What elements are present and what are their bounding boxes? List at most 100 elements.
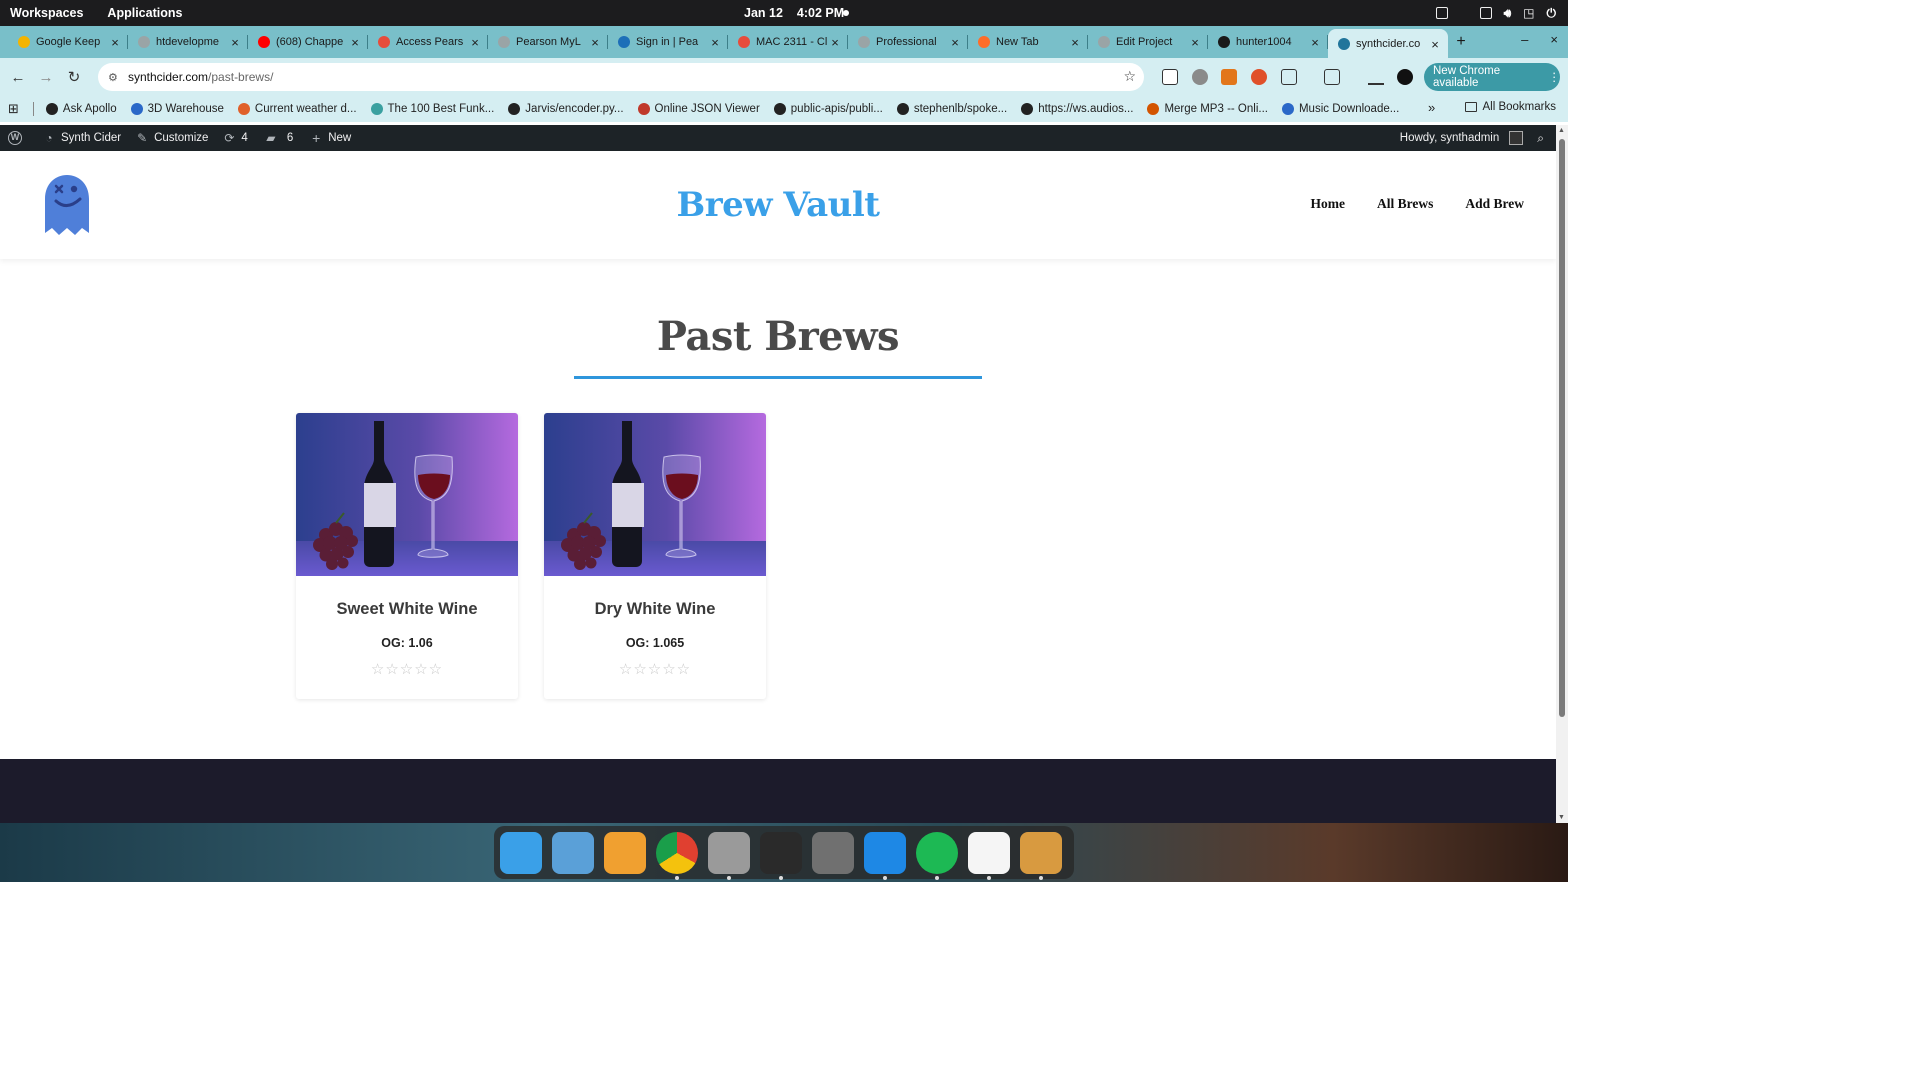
tab-close-icon[interactable]: × — [1068, 35, 1082, 50]
bookmark-item[interactable]: Online JSON Viewer — [637, 103, 760, 115]
network-icon[interactable]: ◳ — [1523, 6, 1534, 20]
scroll-up-icon[interactable]: ▲ — [1558, 127, 1565, 134]
tab-close-icon[interactable]: × — [1428, 37, 1442, 52]
metamask-icon[interactable] — [1221, 69, 1237, 85]
tab-1[interactable]: htdevelopme × — [128, 29, 248, 55]
tab-close-icon[interactable]: × — [108, 35, 122, 50]
terminal-icon[interactable] — [760, 831, 802, 880]
bookmark-item[interactable]: stephenlb/spoke... — [896, 103, 1007, 115]
scroll-down-icon[interactable]: ▼ — [1558, 814, 1565, 821]
tab-close-icon[interactable]: × — [1188, 35, 1202, 50]
download-icon[interactable] — [1368, 69, 1384, 85]
extension-icon[interactable] — [1162, 69, 1178, 85]
screen-share-icon[interactable] — [1435, 7, 1448, 19]
tab-close-icon[interactable]: × — [708, 35, 722, 50]
display-icon[interactable] — [1479, 7, 1492, 19]
power-icon[interactable]: ⏻ — [1547, 6, 1557, 21]
back-icon[interactable]: ← — [4, 69, 32, 86]
files-icon[interactable] — [708, 831, 750, 880]
bookmark-item[interactable]: Merge MP3 -- Onli... — [1147, 103, 1268, 115]
nav-home[interactable]: Home — [1310, 196, 1345, 212]
wp-site-menu[interactable]: ◔ Synth Cider — [42, 131, 121, 145]
bookmark-item[interactable]: The 100 Best Funk... — [370, 103, 494, 115]
wp-logo-menu[interactable]: W — [8, 131, 22, 145]
tab-10[interactable]: hunter1004 × — [1208, 29, 1328, 55]
extensions-puzzle-icon[interactable] — [1281, 69, 1297, 85]
bookmark-item[interactable]: Music Downloade... — [1281, 103, 1399, 115]
tab-close-icon[interactable]: × — [588, 35, 602, 50]
wp-customize-link[interactable]: ✎ Customize — [135, 131, 208, 145]
brew-name[interactable]: Sweet White Wine — [296, 600, 518, 619]
wp-account-menu[interactable]: Howdy, synthadmin — [1400, 132, 1500, 144]
tab-2[interactable]: (608) Chappe × — [248, 29, 368, 55]
close-window-icon[interactable]: × — [1550, 32, 1558, 47]
wp-comments-link[interactable]: ▰ 6 — [264, 131, 293, 145]
tab-search-icon[interactable] — [1324, 69, 1340, 85]
tab-5[interactable]: Sign in | Pea × — [608, 29, 728, 55]
nav-add-brew[interactable]: Add Brew — [1465, 196, 1524, 212]
tab-7[interactable]: Professional × — [848, 29, 968, 55]
tab-0[interactable]: Google Keep × — [8, 29, 128, 55]
bookmark-item[interactable]: Jarvis/encoder.py... — [508, 103, 624, 115]
text-editor-icon[interactable] — [968, 831, 1010, 880]
applications-button[interactable]: Applications — [107, 6, 182, 20]
extension-icon[interactable] — [1192, 69, 1208, 85]
tab-close-icon[interactable]: × — [948, 35, 962, 50]
wp-new-content-link[interactable]: + New — [309, 131, 351, 145]
kebab-menu-icon[interactable]: ⋮ — [1549, 70, 1561, 84]
tab-3[interactable]: Access Pears × — [368, 29, 488, 55]
chrome-icon[interactable] — [656, 831, 698, 880]
brew-card[interactable]: Sweet White Wine OG: 1.06 ☆☆☆☆☆ — [296, 413, 518, 699]
brew-card[interactable]: Dry White Wine OG: 1.065 ☆☆☆☆☆ — [544, 413, 766, 699]
profile-avatar[interactable] — [1397, 69, 1413, 85]
star-rating: ☆☆☆☆☆ — [296, 660, 518, 678]
bookmark-item[interactable]: public-apis/publi... — [773, 103, 883, 115]
tab-8[interactable]: New Tab × — [968, 29, 1088, 55]
scrollbar-thumb[interactable] — [1559, 139, 1565, 717]
volume-icon[interactable]: 🔊︎ — [1504, 6, 1512, 21]
spotify-icon[interactable] — [916, 831, 958, 880]
tab-6[interactable]: MAC 2311 - Cl × — [728, 29, 848, 55]
bookmark-favicon-icon — [508, 103, 521, 115]
reload-icon[interactable]: ↻ — [60, 68, 88, 86]
image-viewer-icon[interactable] — [552, 831, 594, 874]
address-bar[interactable]: ⚙ synthcider.com/past-brews/ ☆ — [98, 63, 1144, 91]
chrome-update-button[interactable]: New Chrome available ⋮ — [1424, 63, 1560, 91]
wp-updates-link[interactable]: ⟳ 4 — [222, 131, 247, 145]
nav-all-brews[interactable]: All Brews — [1377, 196, 1433, 212]
forward-icon[interactable]: → — [32, 69, 60, 86]
settings-icon[interactable] — [812, 831, 854, 874]
bookmark-item[interactable]: Ask Apollo — [45, 103, 117, 115]
extension-icon[interactable] — [1251, 69, 1267, 85]
brew-thumbnail-image[interactable] — [544, 413, 766, 576]
minimize-icon[interactable]: – — [1521, 32, 1528, 47]
brew-thumbnail-image[interactable] — [296, 413, 518, 576]
new-tab-button[interactable]: + — [1448, 33, 1474, 51]
tab-4[interactable]: Pearson MyL × — [488, 29, 608, 55]
search-icon[interactable]: ⌕ — [1537, 131, 1544, 146]
bookmark-item[interactable]: https://ws.audios... — [1021, 103, 1133, 115]
search-app-icon[interactable] — [500, 831, 542, 874]
app-grid-icon[interactable] — [604, 831, 646, 874]
tab-9[interactable]: Edit Project × — [1088, 29, 1208, 55]
archive-manager-icon[interactable] — [1020, 831, 1062, 880]
tab-close-icon[interactable]: × — [348, 35, 362, 50]
avatar[interactable] — [1509, 131, 1524, 145]
bookmark-star-icon[interactable]: ☆ — [1123, 68, 1136, 85]
tab-close-icon[interactable]: × — [468, 35, 482, 50]
page-scrollbar[interactable]: ▲ ▼ — [1556, 125, 1568, 823]
workspaces-button[interactable]: Workspaces — [10, 6, 83, 20]
tab-close-icon[interactable]: × — [228, 35, 242, 50]
clock[interactable]: Jan 12 4:02 PM — [744, 0, 844, 26]
more-bookmarks-icon[interactable]: » — [1428, 100, 1435, 115]
tab-close-icon[interactable]: × — [1308, 35, 1322, 50]
all-bookmarks-button[interactable]: All Bookmarks — [1464, 101, 1556, 113]
brew-name[interactable]: Dry White Wine — [544, 600, 766, 619]
tab-close-icon[interactable]: × — [828, 35, 842, 50]
site-info-icon[interactable]: ⚙ — [108, 71, 120, 84]
tab-11[interactable]: synthcider.co × — [1328, 29, 1448, 59]
bookmark-item[interactable]: 3D Warehouse — [130, 103, 224, 115]
vscode-icon[interactable] — [864, 831, 906, 880]
apps-grid-icon[interactable]: ⊞ — [8, 101, 19, 117]
bookmark-item[interactable]: Current weather d... — [237, 103, 357, 115]
